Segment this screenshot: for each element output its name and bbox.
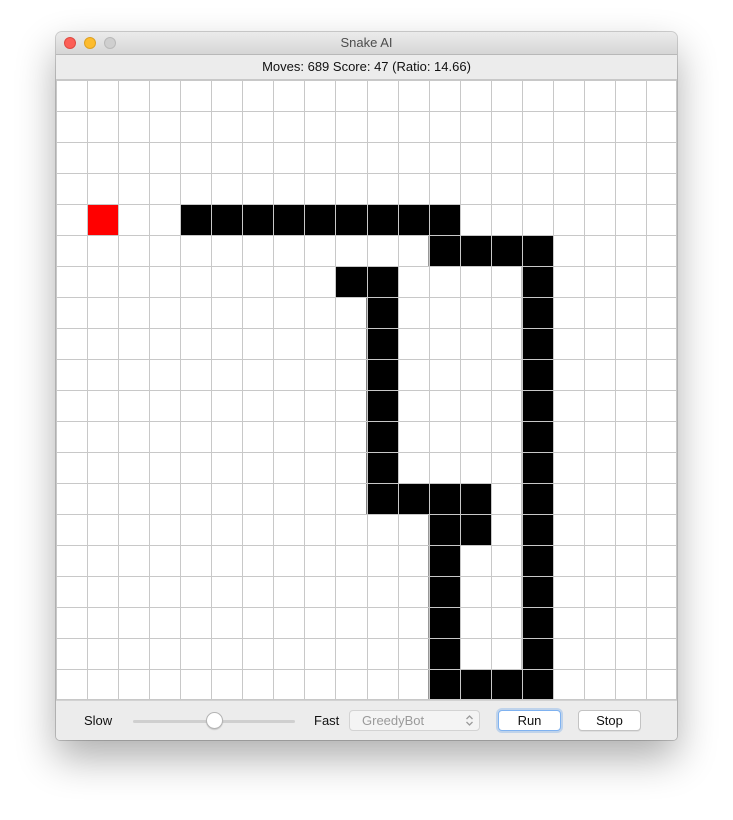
snake-segment	[397, 483, 430, 515]
run-button[interactable]: Run	[498, 710, 561, 731]
snake-segment	[490, 235, 523, 267]
chevron-updown-icon	[466, 715, 473, 726]
snake-segment	[428, 204, 461, 236]
snake-segment	[521, 483, 554, 515]
snake-segment	[521, 638, 554, 670]
window-title: Snake AI	[340, 35, 393, 50]
speed-slider-thumb[interactable]	[205, 712, 223, 729]
slow-label: Slow	[84, 713, 113, 728]
app-window: Snake AI Moves: 689 Score: 47 (Ratio: 14…	[56, 32, 677, 740]
snake-segment	[521, 545, 554, 577]
snake-segment	[428, 514, 461, 546]
snake-segment	[428, 669, 461, 700]
snake-segment	[211, 204, 243, 236]
snake-segment	[428, 545, 461, 577]
snake-segment	[521, 576, 554, 608]
snake-segment	[366, 421, 399, 453]
snake-segment	[490, 669, 523, 700]
snake-segment	[521, 235, 554, 267]
snake-segment	[242, 204, 274, 236]
snake-segment	[335, 204, 367, 236]
snake-segment	[459, 514, 492, 546]
snake-segment	[304, 204, 336, 236]
snake-segment	[397, 204, 430, 236]
food-cell	[87, 204, 119, 236]
snake-segment	[273, 204, 305, 236]
snake-segment	[180, 204, 212, 236]
snake-segment	[428, 638, 461, 670]
snake-segment	[459, 235, 492, 267]
snake-segment	[428, 235, 461, 267]
snake-segment	[366, 359, 399, 391]
snake-segment	[459, 483, 492, 515]
snake-segment	[459, 669, 492, 700]
snake-segment	[521, 359, 554, 391]
snake-segment	[521, 421, 554, 453]
snake-segment	[366, 204, 399, 236]
snake-segment	[366, 266, 399, 298]
snake-segment	[521, 452, 554, 484]
game-board	[56, 80, 677, 700]
stop-button[interactable]: Stop	[578, 710, 641, 731]
status-label: Moves: 689 Score: 47 (Ratio: 14.66)	[56, 55, 677, 80]
control-bar: Slow Fast GreedyBot Run Stop	[56, 700, 677, 740]
snake-segment	[428, 483, 461, 515]
snake-segment	[428, 607, 461, 639]
snake-segment	[521, 514, 554, 546]
snake-segment	[521, 297, 554, 329]
snake-segment	[335, 266, 367, 298]
snake-segment	[366, 483, 399, 515]
snake-segment	[521, 266, 554, 298]
snake-segment	[521, 328, 554, 360]
algorithm-select-value: GreedyBot	[362, 713, 425, 728]
fast-label: Fast	[314, 713, 340, 728]
algorithm-select[interactable]: GreedyBot	[349, 710, 480, 731]
snake-segment	[521, 607, 554, 639]
snake-segment	[521, 390, 554, 422]
snake-segment	[366, 297, 399, 329]
title-bar: Snake AI	[56, 32, 677, 55]
snake-segment	[366, 390, 399, 422]
snake-segment	[428, 576, 461, 608]
snake-segment	[366, 328, 399, 360]
snake-segment	[366, 452, 399, 484]
snake-segment	[521, 669, 554, 700]
